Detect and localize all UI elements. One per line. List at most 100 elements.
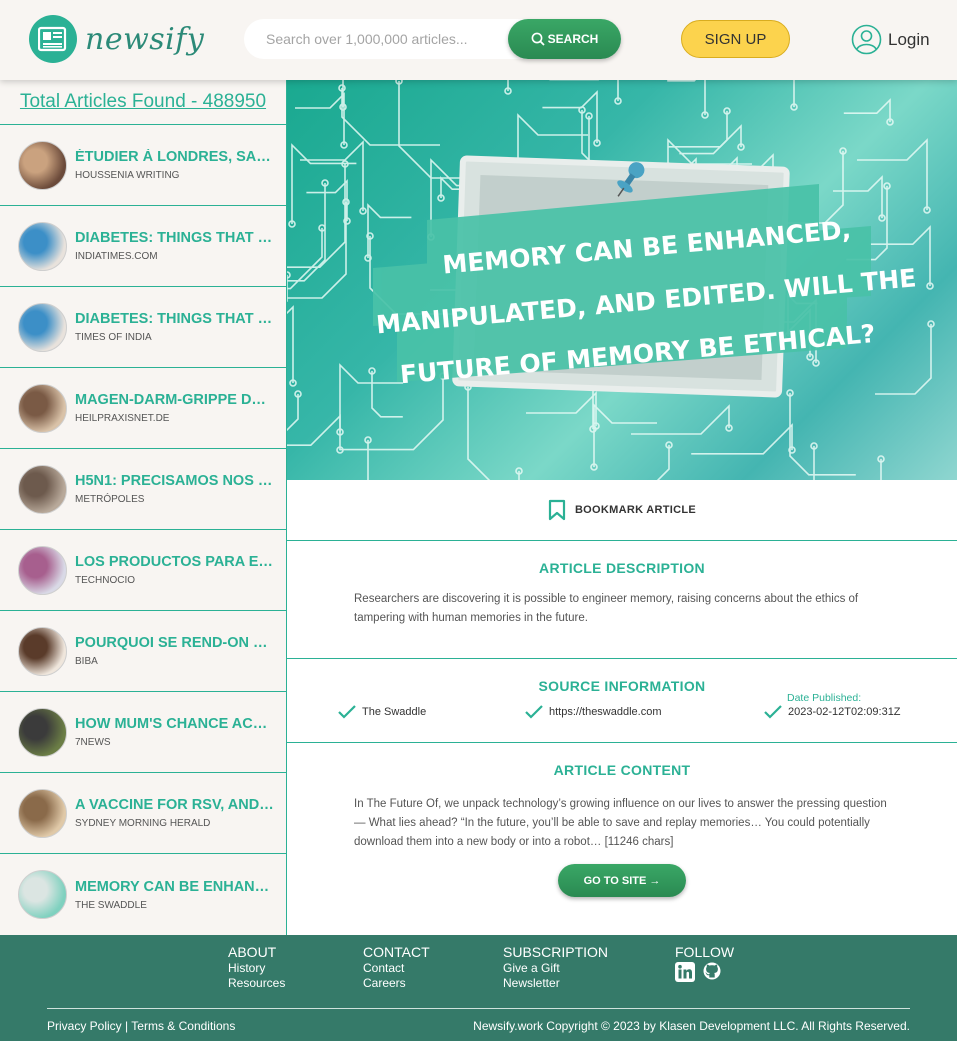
copyright-text: Newsify.work Copyright © 2023 by Klasen …: [473, 1019, 910, 1033]
go-to-site-button[interactable]: GO TO SITE →: [558, 864, 686, 897]
footer-subscription-heading: SUBSCRIPTION: [503, 944, 609, 960]
sidebar-article-item[interactable]: How mum's chance act l... 7NEWS: [0, 692, 286, 773]
source-url: https://theswaddle.com: [549, 706, 662, 718]
sidebar-article-text: Memory can be enhance... THE SWADDLE: [75, 879, 275, 911]
legal-separator: |: [125, 1019, 129, 1033]
check-icon: [525, 705, 543, 719]
article-thumbnail: [18, 464, 67, 514]
source-url-item[interactable]: https://theswaddle.com: [525, 705, 662, 719]
sidebar-article-source: HEILPRAXISNET.DE: [75, 413, 170, 424]
sidebar-article-title: Los productos para el ...: [75, 554, 275, 570]
hero-headline: MEMORY CAN BE ENHANCED, MANIPULATED, AND…: [375, 215, 917, 389]
sidebar-article-title: A vaccine for RSV, and t...: [75, 797, 275, 813]
description-text: Researchers are discovering it is possib…: [354, 593, 859, 624]
sidebar-article-item[interactable]: Pourquoi se rend-on di... BIBA: [0, 611, 286, 692]
sidebar-article-text: Diabetes: Things that de... INDIATIMES.CO…: [75, 230, 275, 262]
linkedin-icon[interactable]: [675, 962, 695, 982]
article-thumbnail: [18, 788, 67, 838]
newspaper-icon: [29, 15, 77, 63]
logo[interactable]: newsify: [29, 15, 204, 63]
date-value: 2023-02-12T02:09:31Z: [788, 706, 901, 718]
article-thumbnail: [18, 545, 67, 595]
sidebar-article-item[interactable]: Los productos para el ... TECHNOCIO: [0, 530, 286, 611]
logo-text: newsify: [85, 21, 205, 57]
sidebar-article-item[interactable]: Memory can be enhance... THE SWADDLE: [0, 854, 286, 935]
footer-link-give-gift[interactable]: Give a Gift: [503, 961, 608, 975]
date-published-item: 2023-02-12T02:09:31Z: [764, 705, 901, 719]
github-icon[interactable]: [703, 962, 721, 980]
sidebar-article-source: HOUSSENIA WRITING: [75, 170, 180, 181]
sidebar-article-text: H5N1: Precisamos nos pr... METRÓPOLES: [75, 473, 275, 505]
footer-follow: FOLLOW: [675, 944, 734, 982]
sidebar-article-item[interactable]: Magen-Darm-Grippe dur... HEILPRAXISNET.DE: [0, 368, 286, 449]
footer-legal-links: Privacy Policy | Terms & Conditions: [47, 1019, 235, 1033]
sidebar-article-source: THE SWADDLE: [75, 899, 147, 911]
footer-about-heading: ABOUT: [228, 944, 277, 960]
sidebar-article-item[interactable]: Diabetes: Things that de... INDIATIMES.CO…: [0, 206, 286, 287]
bookmark-label: BOOKMARK ARTICLE: [574, 504, 697, 516]
article-thumbnail: [18, 383, 67, 433]
sidebar-article-source: METRÓPOLES: [75, 494, 145, 505]
footer-contact: CONTACT Contact Careers: [363, 944, 430, 990]
article-hero-image: MEMORY CAN BE ENHANCED, MANIPULATED, AND…: [287, 80, 957, 480]
sidebar-article-text: Étudier à Londres, San F... HOUSSENIA WRI…: [75, 149, 275, 181]
search-bar: SEARCH: [244, 19, 621, 59]
sidebar-article-text: Diabetes: Things that de... TIMES OF INDI…: [75, 311, 275, 343]
search-button-label: SEARCH: [547, 32, 599, 46]
total-articles-link[interactable]: Total Articles Found - 488950: [0, 80, 286, 125]
sidebar-article-title: Pourquoi se rend-on di...: [75, 635, 275, 651]
source-row: Date Published: The Swaddle https://thes…: [287, 692, 957, 734]
footer-link-newsletter[interactable]: Newsletter: [503, 976, 608, 990]
terms-conditions-link[interactable]: Terms & Conditions: [131, 1019, 235, 1033]
sidebar-article-title: Magen-Darm-Grippe dur...: [75, 392, 275, 408]
sidebar-article-text: A vaccine for RSV, and t... SYDNEY MORNIN…: [75, 797, 275, 829]
privacy-policy-link[interactable]: Privacy Policy: [47, 1019, 122, 1033]
source-information-section: SOURCE INFORMATION Date Published: The S…: [287, 659, 957, 743]
sidebar-article-source: TIMES OF INDIA: [75, 332, 152, 343]
sidebar-article-source: SYDNEY MORNING HERALD: [75, 818, 211, 829]
sidebar-article-source: 7NEWS: [75, 737, 111, 748]
search-icon: [531, 32, 545, 46]
footer-link-careers[interactable]: Careers: [363, 976, 430, 990]
search-input[interactable]: [266, 19, 496, 59]
content-text: In The Future Of, we unpack technology’s…: [354, 798, 887, 848]
article-thumbnail: [18, 707, 67, 757]
footer-link-resources[interactable]: Resources: [228, 976, 285, 990]
check-icon: [338, 705, 356, 719]
footer-link-contact[interactable]: Contact: [363, 961, 430, 975]
sidebar-article-item[interactable]: H5N1: Precisamos nos pr... METRÓPOLES: [0, 449, 286, 530]
article-thumbnail: [18, 302, 67, 352]
article-thumbnail: [18, 870, 67, 919]
footer-follow-heading: FOLLOW: [675, 944, 735, 960]
sidebar-article-source: INDIATIMES.COM: [75, 251, 158, 262]
footer-about: ABOUT History Resources: [228, 944, 285, 990]
hero-line-1: MEMORY CAN BE ENHANCED,: [441, 215, 852, 280]
sidebar-article-text: Magen-Darm-Grippe dur... HEILPRAXISNET.DE: [75, 392, 275, 424]
footer-link-history[interactable]: History: [228, 961, 285, 975]
footer-divider: [47, 1008, 910, 1009]
sidebar-article-item[interactable]: Étudier à Londres, San F... HOUSSENIA WRI…: [0, 125, 286, 206]
search-button[interactable]: SEARCH: [508, 19, 621, 59]
source-name-item: The Swaddle: [338, 705, 426, 719]
signup-button[interactable]: SIGN UP: [681, 20, 790, 58]
sidebar-article-title: H5N1: Precisamos nos pr...: [75, 473, 275, 489]
article-thumbnail: [18, 140, 67, 190]
date-label: Date Published:: [787, 692, 862, 704]
sidebar-article-title: Diabetes: Things that de...: [75, 230, 275, 246]
content-title: ARTICLE CONTENT: [553, 762, 691, 778]
sidebar-article-title: How mum's chance act l...: [75, 716, 275, 732]
sidebar-article-title: Diabetes: Things that de...: [75, 311, 275, 327]
sidebar-article-source: BIBA: [75, 656, 98, 667]
sidebar: Total Articles Found - 488950 Étudier à …: [0, 80, 287, 935]
bookmark-button[interactable]: BOOKMARK ARTICLE: [287, 480, 957, 541]
article-thumbnail: [18, 626, 67, 676]
login-link[interactable]: Login: [851, 24, 930, 55]
sidebar-article-text: Los productos para el ... TECHNOCIO: [75, 554, 275, 586]
bookmark-icon: [548, 499, 566, 521]
sidebar-article-item[interactable]: Diabetes: Things that de... TIMES OF INDI…: [0, 287, 286, 368]
article-content-section: ARTICLE CONTENT In The Future Of, we unp…: [287, 743, 957, 935]
sidebar-article-text: Pourquoi se rend-on di... BIBA: [75, 635, 275, 667]
article-description-section: ARTICLE DESCRIPTION Researchers are disc…: [287, 541, 957, 659]
sidebar-article-source: TECHNOCIO: [75, 575, 135, 586]
sidebar-article-item[interactable]: A vaccine for RSV, and t... SYDNEY MORNIN…: [0, 773, 286, 854]
